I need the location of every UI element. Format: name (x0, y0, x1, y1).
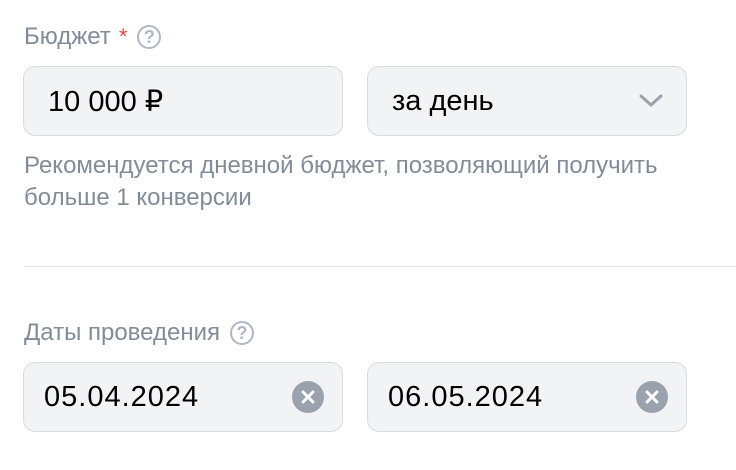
required-asterisk: * (118, 24, 128, 49)
section-divider (24, 266, 736, 267)
question-circle-icon[interactable]: ? (137, 25, 162, 49)
end-date-input[interactable]: 06.05.2024 (367, 362, 687, 432)
start-date-value: 05.04.2024 (44, 380, 200, 413)
clear-circle-icon[interactable] (636, 381, 668, 413)
dates-label: Даты проведения (24, 319, 220, 346)
budget-period-value: за день (392, 84, 494, 117)
budget-label: Бюджет (24, 23, 111, 50)
budget-hint: Рекомендуется дневной бюджет, позволяющи… (24, 152, 658, 211)
dates-label-row: Даты проведения ? (24, 321, 254, 345)
budget-label-row: Бюджет * ? (24, 23, 162, 50)
end-date-value: 06.05.2024 (388, 380, 544, 413)
start-date-input[interactable]: 05.04.2024 (23, 362, 343, 432)
clear-circle-icon[interactable] (292, 381, 324, 413)
budget-period-select[interactable]: за день (367, 66, 687, 136)
question-circle-icon[interactable]: ? (229, 321, 254, 345)
budget-amount-input[interactable]: 10 000 ₽ (23, 66, 343, 136)
budget-amount-value: 10 000 ₽ (48, 85, 164, 118)
chevron-down-icon (638, 88, 664, 114)
